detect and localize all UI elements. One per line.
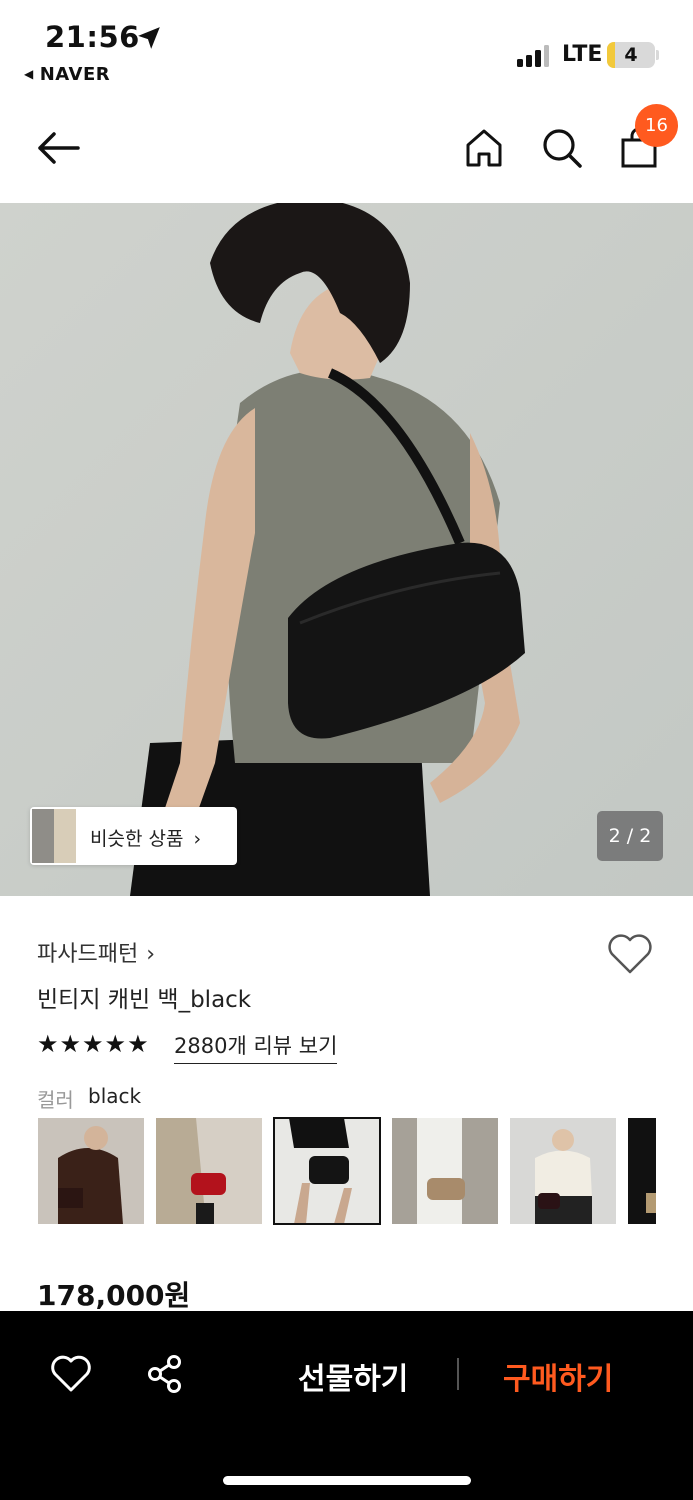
- product-price: 178,000원: [37, 1279, 191, 1312]
- home-icon[interactable]: [462, 126, 506, 170]
- similar-products-button[interactable]: 비슷한 상품 ›: [30, 807, 237, 865]
- search-icon[interactable]: [540, 126, 584, 170]
- gift-button[interactable]: 선물하기: [298, 1354, 408, 1398]
- brand-link[interactable]: 파사드패턴 ›: [37, 936, 155, 968]
- color-swatch[interactable]: [510, 1118, 616, 1224]
- brand-name: 파사드패턴: [37, 942, 139, 967]
- signal-bars-icon: [517, 45, 549, 67]
- color-option-value: black: [88, 1084, 142, 1108]
- rating-stars: ★★★★★: [37, 1030, 150, 1058]
- home-indicator[interactable]: [223, 1476, 471, 1485]
- heart-outline-icon[interactable]: [606, 932, 654, 976]
- color-swatch[interactable]: [392, 1118, 498, 1224]
- product-name: 빈티지 캐빈 백_black: [37, 987, 252, 1013]
- status-time: 21:56: [45, 20, 140, 54]
- back-triangle-icon: ◀: [24, 67, 34, 81]
- color-swatch[interactable]: [156, 1118, 262, 1224]
- back-app-label: NAVER: [39, 64, 111, 85]
- location-arrow-icon: [138, 27, 160, 49]
- battery-level: 4: [624, 44, 638, 66]
- product-photo: [0, 203, 693, 896]
- product-main-image[interactable]: [0, 203, 693, 896]
- battery-cap: [656, 50, 659, 60]
- status-bar: 21:56 ◀ NAVER LTE 4: [0, 0, 693, 100]
- battery-icon: 4: [607, 42, 655, 68]
- heart-outline-icon[interactable]: [50, 1354, 92, 1394]
- chevron-right-icon: ›: [193, 828, 202, 850]
- share-icon[interactable]: [145, 1354, 185, 1394]
- image-counter: 2 / 2: [597, 811, 663, 861]
- color-swatch[interactable]: [628, 1118, 656, 1224]
- network-type: LTE: [562, 42, 603, 67]
- buy-button[interactable]: 구매하기: [503, 1354, 613, 1398]
- bottom-divider: [457, 1358, 459, 1390]
- color-option-label: 컬러: [37, 1088, 74, 1112]
- similar-products-label: 비슷한 상품: [90, 828, 184, 850]
- color-swatch-selected[interactable]: [273, 1117, 381, 1225]
- chevron-right-icon: ›: [146, 942, 156, 967]
- similar-thumb: [54, 809, 76, 863]
- cart-count-badge: 16: [635, 104, 678, 147]
- arrow-left-icon[interactable]: [34, 126, 82, 170]
- similar-thumb: [32, 809, 54, 863]
- back-to-app-link[interactable]: ◀ NAVER: [24, 64, 110, 85]
- color-swatch[interactable]: [38, 1118, 144, 1224]
- reviews-link[interactable]: 2880개 리뷰 보기: [174, 1030, 338, 1064]
- bottom-action-bar: [0, 1311, 693, 1500]
